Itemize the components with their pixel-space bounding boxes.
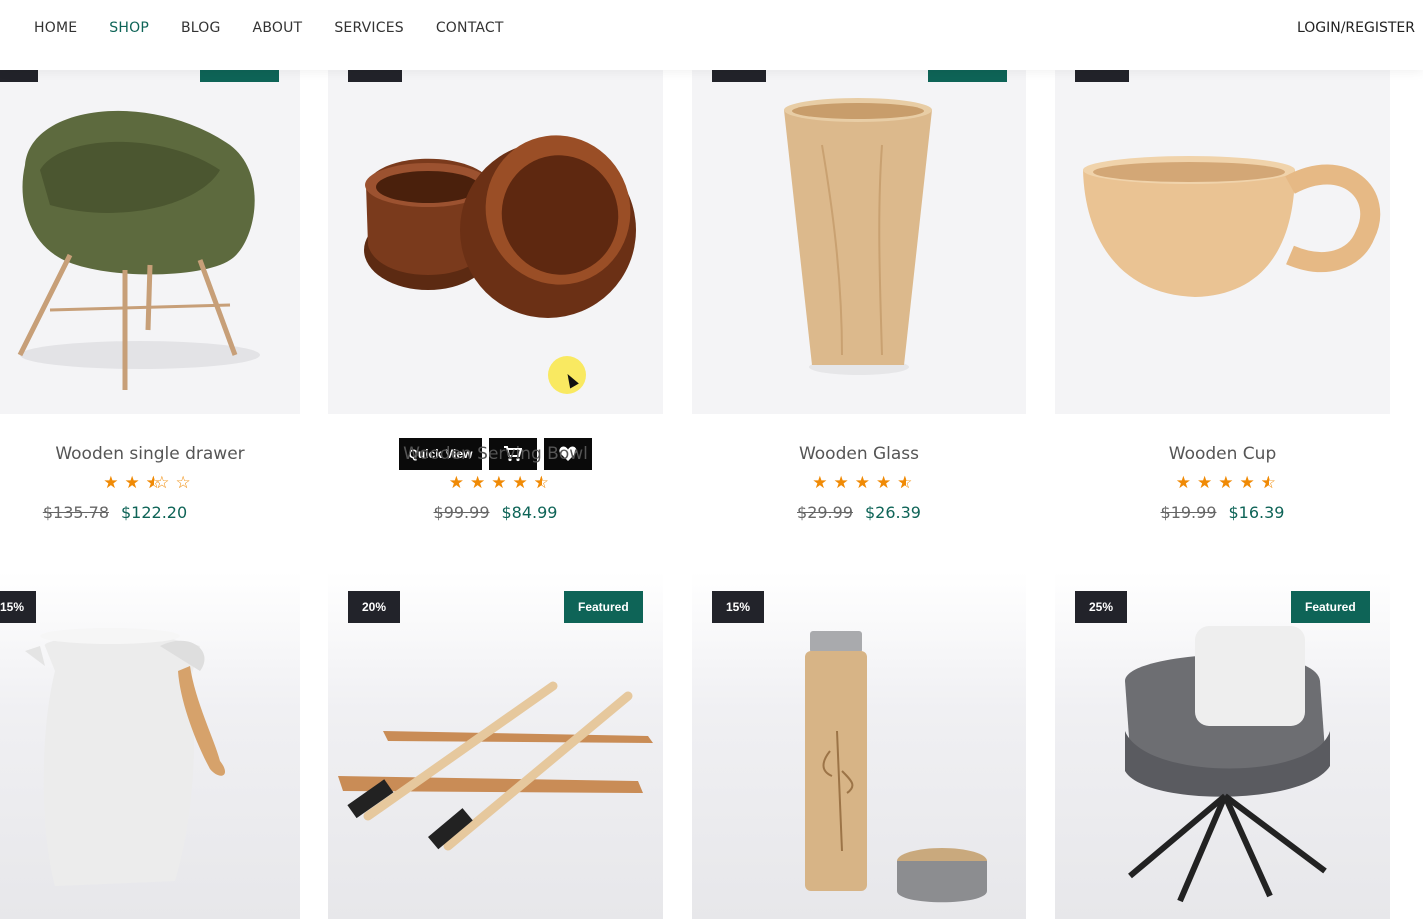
- sale-price: $84.99: [501, 503, 558, 522]
- star-full-icon: ★: [470, 473, 492, 492]
- star-full-icon: ★: [1175, 473, 1197, 492]
- nav-contact[interactable]: CONTACT: [436, 20, 504, 36]
- login-register-link[interactable]: LOGIN/REGISTER: [1297, 20, 1415, 36]
- star-full-icon: ★: [854, 473, 876, 492]
- star-half-icon: ★: [146, 473, 166, 493]
- star-full-icon: ★: [512, 473, 534, 492]
- discount-badge: 15%: [712, 591, 765, 623]
- product-image[interactable]: [328, 55, 663, 414]
- main-nav: HOME SHOP BLOG ABOUT SERVICES CONTACT: [34, 20, 536, 36]
- chair-image: [17, 110, 260, 390]
- star-half-icon: ★: [534, 473, 554, 493]
- old-price: $29.99: [797, 503, 853, 522]
- product-title[interactable]: Wooden Cup: [1055, 444, 1390, 464]
- price-block: $135.78 $122.20: [0, 503, 265, 522]
- star-half-icon: ★: [897, 473, 917, 493]
- flask-image: [805, 631, 987, 903]
- product-title[interactable]: Wooden Serving Bowl: [328, 444, 663, 464]
- star-empty-icon: ☆: [175, 473, 197, 492]
- product-image[interactable]: 25% Featured: [1055, 571, 1390, 919]
- star-full-icon: ★: [103, 473, 125, 492]
- discount-badge: 25%: [1075, 591, 1128, 623]
- sale-price: $26.39: [865, 503, 921, 522]
- product-title[interactable]: Wooden single drawer: [0, 444, 300, 464]
- armchair-image: [1125, 626, 1330, 903]
- product-image[interactable]: [0, 55, 300, 414]
- star-rating: ★★★★★: [328, 473, 663, 493]
- star-rating: ★★★★★: [1055, 473, 1390, 493]
- sale-price: $16.39: [1228, 503, 1285, 522]
- nav-about[interactable]: ABOUT: [253, 20, 303, 36]
- bowls-image: [364, 135, 636, 318]
- site-header: HOME SHOP BLOG ABOUT SERVICES CONTACT LO…: [0, 0, 1423, 70]
- mug-image: [1083, 156, 1381, 297]
- star-full-icon: ★: [448, 473, 470, 492]
- star-full-icon: ★: [124, 473, 146, 492]
- product-image[interactable]: [1055, 55, 1390, 414]
- product-card[interactable]: 15%: [692, 571, 1026, 919]
- product-image[interactable]: 20% Featured: [328, 571, 663, 919]
- pitcher-image: [25, 628, 226, 886]
- product-image[interactable]: 15%: [0, 571, 300, 919]
- glass-image: [784, 98, 932, 375]
- product-image[interactable]: [692, 55, 1026, 414]
- product-card[interactable]: 15%: [0, 571, 300, 919]
- nav-services[interactable]: SERVICES: [334, 20, 404, 36]
- toothbrushes-image: [338, 681, 653, 851]
- star-rating: ★★★★★: [692, 473, 1026, 493]
- sale-price: $122.20: [121, 503, 188, 522]
- featured-badge: Featured: [1291, 591, 1370, 623]
- old-price: $135.78: [42, 503, 109, 522]
- product-title[interactable]: Wooden Glass: [692, 444, 1026, 464]
- product-card[interactable]: 20% Featured: [328, 571, 663, 919]
- discount-badge: 15%: [0, 591, 37, 623]
- star-full-icon: ★: [1239, 473, 1261, 492]
- product-image[interactable]: 15%: [692, 571, 1026, 919]
- product-card[interactable]: 25% Featured: [1055, 571, 1390, 919]
- star-full-icon: ★: [491, 473, 513, 492]
- star-full-icon: ★: [812, 473, 834, 492]
- price-block: $19.99 $16.39: [1055, 503, 1390, 522]
- star-full-icon: ★: [876, 473, 898, 492]
- star-rating: ★★★☆☆: [0, 473, 300, 493]
- nav-shop[interactable]: SHOP: [109, 20, 149, 36]
- price-block: $99.99 $84.99: [328, 503, 663, 522]
- old-price: $19.99: [1160, 503, 1217, 522]
- featured-badge: Featured: [564, 591, 643, 623]
- nav-home[interactable]: HOME: [34, 20, 77, 36]
- nav-blog[interactable]: BLOG: [181, 20, 221, 36]
- star-full-icon: ★: [1218, 473, 1240, 492]
- discount-badge: 20%: [348, 591, 401, 623]
- star-full-icon: ★: [1197, 473, 1219, 492]
- star-half-icon: ★: [1261, 473, 1281, 493]
- price-block: $29.99 $26.39: [692, 503, 1026, 522]
- star-full-icon: ★: [833, 473, 855, 492]
- old-price: $99.99: [433, 503, 490, 522]
